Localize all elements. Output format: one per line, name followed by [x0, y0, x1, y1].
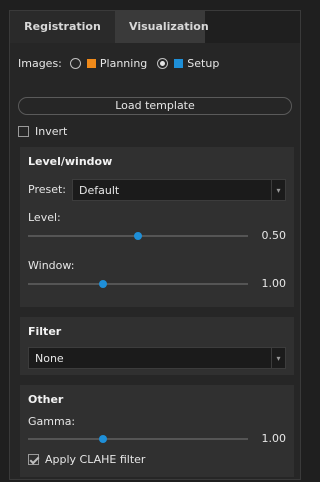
visualization-panel: Registration Visualization Images: Plann…: [9, 10, 301, 480]
invert-row[interactable]: Invert: [18, 125, 292, 138]
planning-color-swatch: [86, 59, 96, 68]
planning-radio[interactable]: [69, 58, 81, 69]
planning-label: Planning: [99, 57, 148, 70]
load-template-button[interactable]: Load template: [18, 97, 292, 115]
invert-checkbox[interactable]: [18, 126, 29, 137]
preset-value: Default: [79, 183, 120, 197]
chevron-down-icon: ▾: [271, 348, 285, 368]
level-label: Level:: [28, 211, 61, 224]
clahe-label: Apply CLAHE filter: [45, 453, 146, 466]
window-label: Window:: [28, 259, 75, 272]
gamma-slider[interactable]: 1.00: [28, 431, 286, 447]
filter-dropdown[interactable]: None ▾: [28, 347, 286, 369]
other-section: Other Gamma: 1.00 Apply CLAHE filter: [20, 385, 294, 477]
level-thumb[interactable]: [134, 232, 142, 240]
level-value: 0.50: [261, 229, 287, 242]
tab-bar: Registration Visualization: [10, 11, 300, 43]
invert-label: Invert: [35, 125, 68, 138]
setup-label: Setup: [187, 57, 220, 70]
level-window-section: Level/window Preset: Default ▾ Level: 0.…: [20, 147, 294, 307]
gamma-track: [28, 438, 248, 440]
window-thumb[interactable]: [98, 280, 107, 288]
preset-dropdown[interactable]: Default ▾: [72, 179, 286, 201]
preset-label: Preset:: [28, 183, 67, 196]
images-label: Images:: [18, 57, 62, 70]
filter-section: Filter None ▾: [20, 317, 294, 375]
clahe-checkbox[interactable]: [28, 454, 39, 465]
window-track: [28, 283, 248, 285]
gamma-value: 1.00: [261, 432, 287, 445]
filter-value: None: [35, 351, 64, 365]
filter-title: Filter: [28, 325, 62, 338]
window-value: 1.00: [261, 277, 287, 290]
tab-visualization[interactable]: Visualization: [115, 11, 209, 43]
setup-color-swatch: [174, 59, 184, 68]
gamma-label: Gamma:: [28, 415, 76, 428]
chevron-down-icon: ▾: [271, 180, 285, 200]
clahe-row[interactable]: Apply CLAHE filter: [28, 453, 286, 466]
level-window-title: Level/window: [28, 155, 113, 168]
window-slider[interactable]: 1.00: [28, 276, 286, 292]
other-title: Other: [28, 393, 64, 406]
setup-radio[interactable]: [157, 58, 169, 69]
gamma-thumb[interactable]: [98, 435, 107, 443]
images-row: Images: Planning Setup: [18, 57, 292, 70]
level-slider[interactable]: 0.50: [28, 228, 286, 244]
tab-registration[interactable]: Registration: [10, 11, 115, 43]
